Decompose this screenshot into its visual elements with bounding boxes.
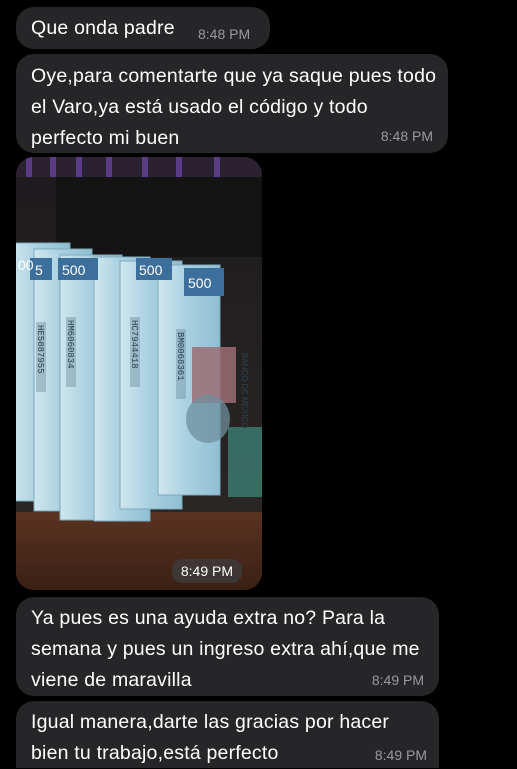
message-bubble[interactable]: Que onda padre 8:48 PM [16,7,270,49]
banknote-denomination: 500 [188,275,212,291]
message-bubble[interactable]: Ya pues es una ayuda extra no? Para la s… [16,597,439,696]
message-timestamp: 8:48 PM [198,26,251,42]
photo-message[interactable]: 00 5 500 500 500 HE5087955 HM6060834 HC7… [16,157,262,590]
banknote-denomination: 500 [139,262,163,278]
banknote-serial: BM0068361 [175,332,185,381]
banknote-serial: HM6060834 [65,320,75,369]
message-text: Que onda padre [31,17,175,39]
banknote-denomination: 00 [18,257,34,273]
message-text: Oye,para comentarte que ya saque pues to… [31,65,437,149]
fabric-stripes [16,157,262,177]
message-timestamp: 8:49 PM [171,559,242,583]
banknotes-photo: 00 5 500 500 500 HE5087955 HM6060834 HC7… [16,157,262,590]
message-bubble[interactable]: Igual manera,darte las gracias por hacer… [16,701,439,768]
banknote-serial: HE5087955 [35,325,45,374]
message-timestamp: 8:49 PM [371,672,424,688]
banknote-denomination: 500 [62,262,86,278]
message-timestamp: 8:49 PM [374,747,427,763]
banknote-serial: HC7944418 [129,320,139,369]
message-text: Igual manera,darte las gracias por hacer… [31,711,390,764]
banknote-bank-name: BANCO DE MÉXICO [240,353,249,429]
banknote-denomination: 5 [35,262,43,278]
message-timestamp: 8:48 PM [380,128,433,144]
message-bubble[interactable]: Oye,para comentarte que ya saque pues to… [16,54,448,153]
